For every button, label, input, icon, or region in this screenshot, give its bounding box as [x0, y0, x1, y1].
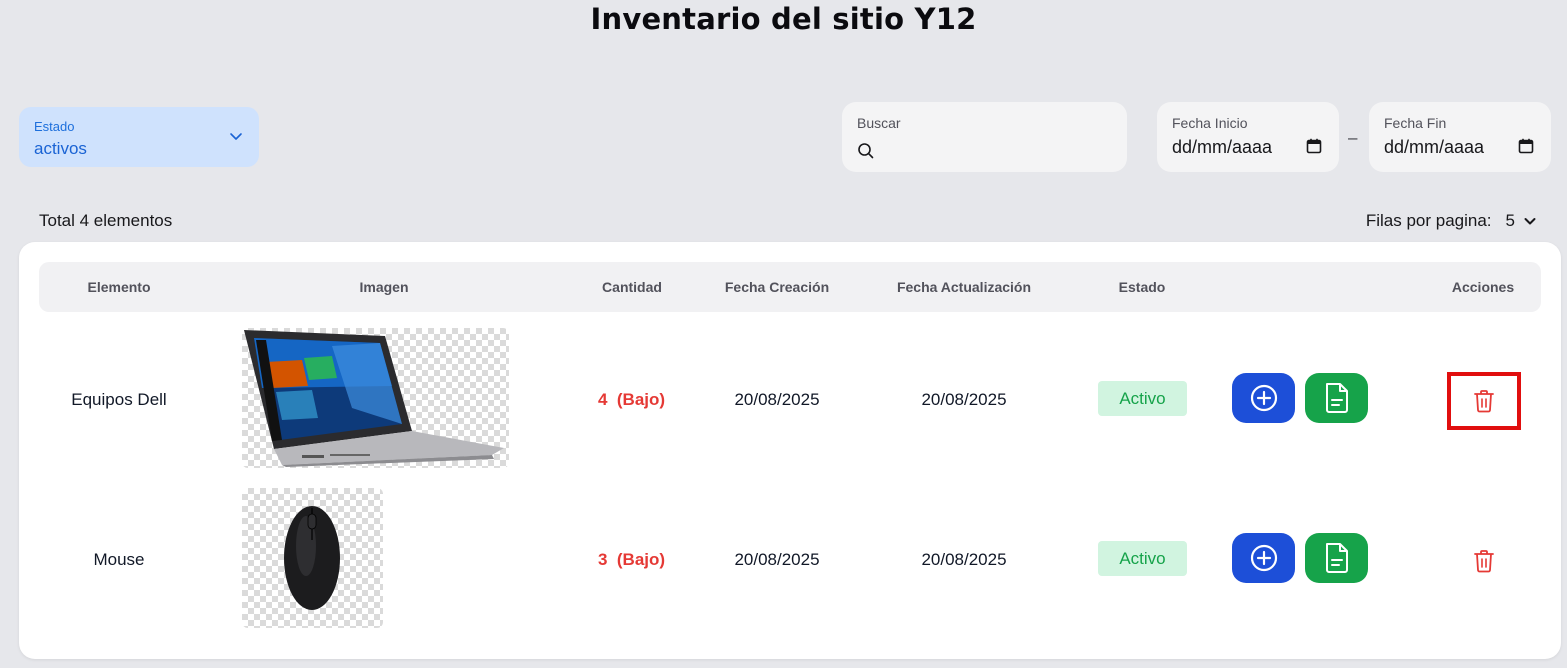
report-button[interactable]: [1305, 373, 1368, 423]
calendar-icon[interactable]: [1306, 138, 1322, 154]
fecha-creacion: 20/08/2025: [734, 390, 820, 409]
plus-circle-icon: [1250, 384, 1277, 412]
rows-per-page-select[interactable]: Filas por pagina: 5: [1366, 211, 1537, 231]
laptop-image: [242, 328, 509, 468]
add-stock-button[interactable]: [1232, 373, 1295, 423]
page-title: Inventario del sitio Y12: [590, 2, 977, 36]
column-header-estado: Estado: [1118, 279, 1166, 295]
estado-label: Estado: [34, 119, 75, 134]
column-header-fecha-actualizacion: Fecha Actualización: [896, 279, 1032, 295]
status-badge: Activo: [1098, 541, 1187, 576]
table-row: Equipos Dell 4 (Bajo) 20/08/2025 20/08/2…: [19, 320, 1561, 480]
stock-level: (Bajo): [616, 390, 666, 409]
trash-icon: [1474, 390, 1494, 413]
inventory-table: Elemento Imagen Cantidad Fecha Creación …: [19, 242, 1561, 659]
fecha-inicio-label: Fecha Inicio: [1172, 115, 1248, 131]
rows-per-page-label: Filas por pagina:: [1365, 211, 1492, 230]
laptop-illustration: [244, 330, 504, 467]
search-field[interactable]: Buscar: [842, 102, 1127, 172]
chevron-down-icon: [1524, 218, 1536, 225]
cantidad-number: 4: [597, 390, 608, 409]
table-row: Mouse 3 (Bajo) 20/08/2025 20/08/2025 Act…: [19, 480, 1561, 640]
fecha-inicio-field[interactable]: Fecha Inicio dd/mm/aaaa: [1157, 102, 1339, 172]
column-header-elemento: Elemento: [87, 279, 151, 295]
elemento-name: Mouse: [93, 550, 145, 569]
delete-button[interactable]: [1447, 372, 1521, 430]
document-icon: [1325, 383, 1348, 413]
column-header-cantidad: Cantidad: [602, 279, 662, 295]
cantidad-value: 3 (Bajo): [579, 550, 684, 570]
document-icon: [1325, 543, 1348, 573]
estado-select[interactable]: Estado activos: [19, 107, 259, 167]
inventory-page: Inventario del sitio Y12 Estado activos …: [0, 0, 1567, 668]
fecha-fin-value: dd/mm/aaaa: [1384, 137, 1485, 157]
trash-icon: [1474, 550, 1494, 573]
fecha-creacion: 20/08/2025: [734, 550, 820, 569]
elemento-name: Equipos Dell: [71, 390, 167, 409]
plus-circle-icon: [1250, 544, 1277, 572]
chevron-down-icon: [230, 133, 242, 140]
column-header-imagen: Imagen: [359, 279, 409, 295]
column-header-acciones: Acciones: [1451, 279, 1515, 295]
column-header-fecha-creacion: Fecha Creación: [724, 279, 830, 295]
cantidad-number: 3: [597, 550, 608, 569]
calendar-icon[interactable]: [1518, 138, 1534, 154]
rows-per-page-value: 5: [1505, 211, 1515, 230]
fecha-actualizacion: 20/08/2025: [921, 390, 1007, 409]
table-header: Elemento Imagen Cantidad Fecha Creación …: [39, 262, 1541, 312]
date-range-separator: –: [1348, 128, 1358, 147]
fecha-fin-label: Fecha Fin: [1384, 115, 1447, 131]
search-label: Buscar: [857, 115, 901, 131]
stock-level: (Bajo): [616, 550, 666, 569]
add-stock-button[interactable]: [1232, 533, 1295, 583]
total-count: Total 4 elementos: [39, 211, 173, 230]
fecha-actualizacion: 20/08/2025: [921, 550, 1007, 569]
report-button[interactable]: [1305, 533, 1368, 583]
fecha-inicio-value: dd/mm/aaaa: [1172, 137, 1273, 157]
search-input[interactable]: [882, 140, 1112, 162]
cantidad-value: 4 (Bajo): [579, 390, 684, 410]
mouse-illustration: [284, 506, 340, 610]
estado-value: activos: [34, 139, 87, 158]
search-icon: [858, 143, 874, 159]
fecha-fin-field[interactable]: Fecha Fin dd/mm/aaaa: [1369, 102, 1551, 172]
status-badge: Activo: [1098, 381, 1187, 416]
mouse-image: [242, 488, 383, 628]
delete-button[interactable]: [1447, 532, 1521, 590]
